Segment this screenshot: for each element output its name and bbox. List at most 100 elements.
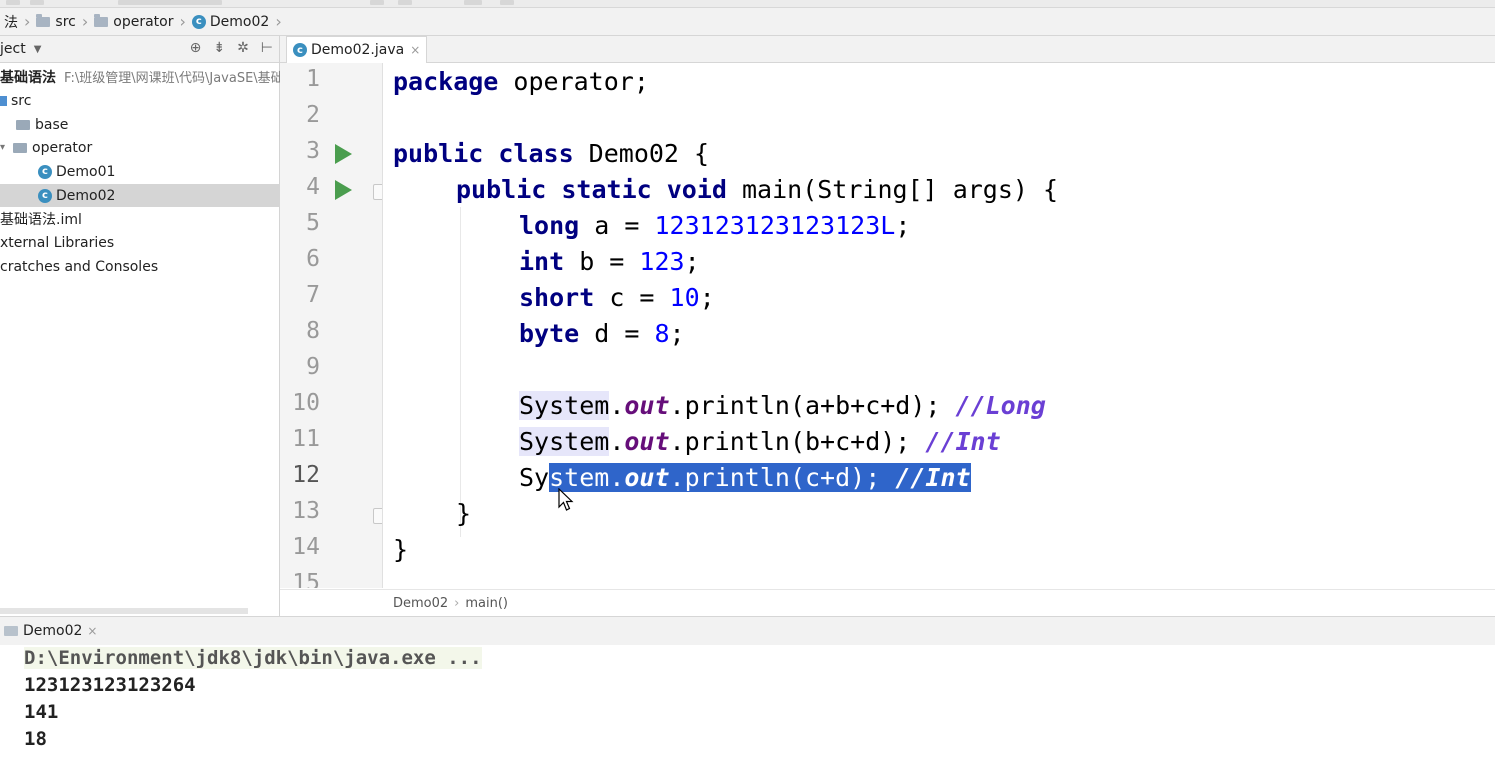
- code-line-8: byte d = 8;: [519, 317, 685, 351]
- tree-item-base[interactable]: base: [0, 113, 295, 136]
- code-line-12: System.out.println(c+d); //Int: [519, 461, 971, 495]
- line-number: 9: [306, 354, 320, 380]
- keyword: public class: [393, 139, 574, 168]
- line-number: 1: [306, 66, 320, 92]
- line-number: 8: [306, 318, 320, 344]
- line-number: 6: [306, 246, 320, 272]
- run-config-selector[interactable]: [118, 0, 222, 5]
- code-text: b =: [564, 247, 640, 276]
- code-text: main(String[] args) {: [726, 175, 1059, 204]
- tree-item-iml[interactable]: 基础语法.iml: [0, 207, 279, 230]
- toolbar-button[interactable]: [500, 0, 514, 5]
- breadcrumb-demo02[interactable]: c Demo02: [188, 8, 273, 35]
- editor-gutter: 1 2 3 4 5 6 7 8 9 10 11 12 13 14 15: [280, 63, 383, 588]
- tree-item-operator[interactable]: ▾ operator: [0, 136, 279, 159]
- source-folder-icon: [0, 95, 7, 106]
- breadcrumb-label: src: [55, 13, 76, 30]
- chevron-right-icon: ›: [454, 595, 460, 611]
- code-text: operator;: [498, 67, 649, 96]
- project-view-selector[interactable]: ject: [0, 41, 26, 57]
- line-number: 5: [306, 210, 320, 236]
- java-class-icon: c: [293, 43, 307, 57]
- tree-item-label: 基础语法: [0, 69, 56, 86]
- breadcrumb-src[interactable]: src: [32, 8, 79, 35]
- text-selection: stem.out.println(c+d); //Int: [549, 463, 971, 492]
- run-config-icon: [4, 626, 18, 636]
- breadcrumb-project[interactable]: 法: [0, 8, 22, 35]
- breadcrumb-class[interactable]: Demo02: [393, 596, 448, 611]
- number-literal: 10: [669, 283, 700, 312]
- tree-item-root[interactable]: 基础语法 F:\班级管理\网课班\代码\JavaSE\基础: [0, 65, 284, 88]
- breadcrumb-method[interactable]: main(): [465, 596, 508, 611]
- code-line-11: System.out.println(b+c+d); //Int: [519, 425, 1001, 459]
- tree-item-label: Demo02: [56, 187, 116, 204]
- tree-item-demo02[interactable]: c Demo02: [0, 184, 317, 207]
- line-number: 14: [292, 534, 320, 560]
- java-class-icon: c: [38, 188, 52, 203]
- code-line-10: System.out.println(a+b+c+d); //Long: [519, 389, 1046, 423]
- code-text: ;: [699, 283, 715, 312]
- console-output-line: 18: [24, 728, 47, 750]
- console-output-line: 141: [24, 701, 59, 723]
- close-icon[interactable]: ×: [410, 43, 420, 57]
- code-text: ;: [895, 211, 911, 240]
- tree-item-external-libraries[interactable]: xternal Libraries: [0, 231, 279, 254]
- run-main-icon[interactable]: [335, 180, 352, 200]
- toolbar-button[interactable]: [30, 0, 44, 5]
- collapse-all-icon[interactable]: ⇟: [213, 40, 225, 56]
- line-number: 13: [292, 498, 320, 524]
- tree-item-scratches[interactable]: cratches and Consoles: [0, 255, 279, 278]
- locate-icon[interactable]: ⊕: [190, 40, 202, 56]
- breadcrumb-operator[interactable]: operator: [90, 8, 177, 35]
- toolbar-button[interactable]: [398, 0, 412, 5]
- fold-icon[interactable]: [373, 508, 382, 524]
- keyword: public static void: [456, 175, 727, 204]
- code-text: .: [609, 391, 625, 420]
- run-console-output[interactable]: D:\Environment\jdk8\jdk\bin\java.exe ...…: [0, 645, 1495, 765]
- close-icon[interactable]: ×: [87, 624, 97, 638]
- chevron-down-icon[interactable]: ▼: [34, 44, 42, 55]
- code-editor[interactable]: package operator; public class Demo02 { …: [383, 63, 1495, 588]
- line-number: 4: [306, 174, 320, 200]
- toolbar-button[interactable]: [464, 0, 482, 5]
- tree-item-src[interactable]: src: [0, 89, 279, 112]
- folder-icon: [36, 13, 51, 27]
- comment: //Int: [925, 427, 1001, 456]
- toolbar-button[interactable]: [6, 0, 20, 5]
- run-tab-bar: Demo02 ×: [0, 616, 1495, 646]
- line-number: 10: [292, 390, 320, 416]
- mouse-pointer-icon: [558, 488, 574, 511]
- class-reference: System: [519, 391, 610, 420]
- package-icon: [13, 142, 28, 153]
- tree-item-demo01[interactable]: c Demo01: [0, 160, 317, 183]
- folder-icon: [94, 13, 109, 27]
- code-text: ;: [684, 247, 700, 276]
- tree-item-label: base: [35, 116, 69, 133]
- tree-item-label: src: [11, 92, 32, 109]
- tab-demo02-java[interactable]: c Demo02.java ×: [286, 36, 428, 63]
- static-field: out: [624, 463, 670, 492]
- code-line-5: long a = 123123123123123L;: [519, 209, 910, 243]
- indent-guide: [460, 207, 461, 537]
- code-text: .println(b+c+d);: [669, 427, 926, 456]
- chevron-right-icon: ›: [24, 12, 31, 31]
- gear-icon[interactable]: ✲: [237, 40, 249, 56]
- class-reference: System: [519, 427, 610, 456]
- chevron-right-icon: ›: [275, 12, 282, 31]
- horizontal-scrollbar[interactable]: [0, 608, 248, 614]
- toolbar-button[interactable]: [370, 0, 384, 5]
- java-class-icon: c: [38, 164, 52, 179]
- run-class-icon[interactable]: [335, 144, 352, 164]
- chevron-down-icon[interactable]: ▾: [0, 142, 5, 153]
- tree-item-path: F:\班级管理\网课班\代码\JavaSE\基础: [64, 71, 284, 86]
- keyword: int: [519, 247, 565, 276]
- code-text: d =: [579, 319, 655, 348]
- editor-tab-bar: c Demo02.java ×: [280, 36, 1495, 63]
- line-number: 11: [292, 426, 320, 452]
- hide-icon[interactable]: ⊢: [261, 40, 273, 56]
- tab-run-demo02[interactable]: Demo02 ×: [4, 623, 97, 639]
- code-line-14: }: [393, 535, 409, 564]
- keyword: long: [519, 211, 580, 240]
- java-class-icon: c: [191, 14, 206, 29]
- fold-icon[interactable]: [373, 184, 382, 200]
